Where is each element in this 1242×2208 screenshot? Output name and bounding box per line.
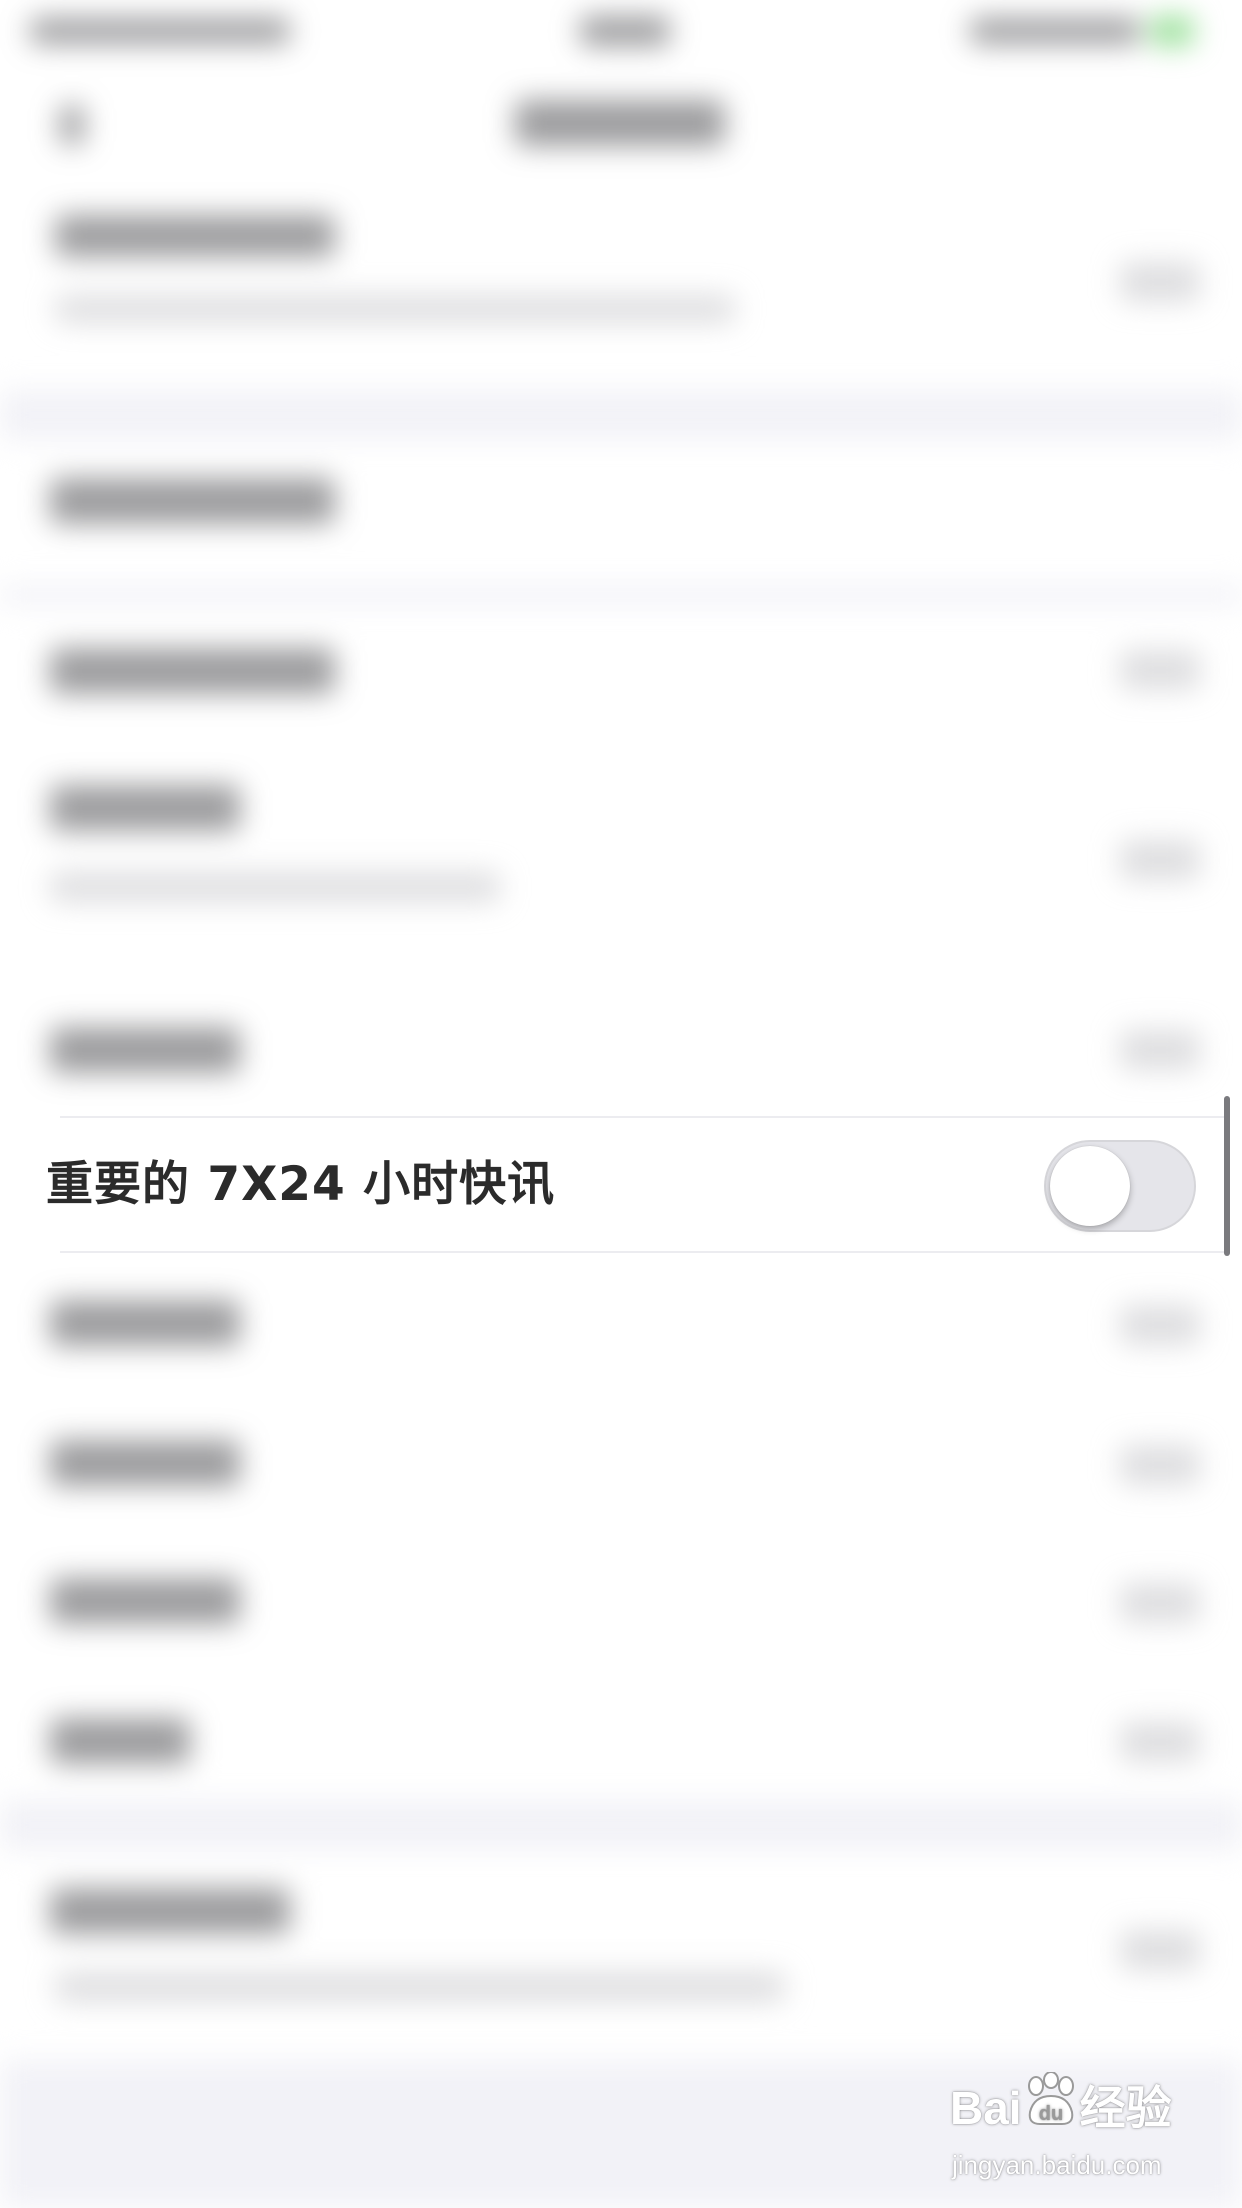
setting-row-7x24-news[interactable]: 重要的 7X24 小时快讯 <box>0 1116 1224 1253</box>
watermark-logo-text: Bai <box>950 2082 1022 2134</box>
baidu-jingyan-watermark: Bai du 经验 jingyan.baidu.com <box>950 2071 1190 2182</box>
settings-screen: 重要的 7X24 小时快讯 Bai du 经验 jingyan.baidu.com <box>0 0 1242 2208</box>
scroll-indicator <box>1224 1096 1230 1256</box>
news-alert-toggle[interactable] <box>1044 1140 1196 1232</box>
baidu-paw-icon: du <box>1022 2071 1080 2139</box>
blurred-background <box>0 0 1242 2208</box>
svg-text:du: du <box>1038 2103 1062 2125</box>
watermark-logo: Bai du 经验 <box>950 2071 1172 2139</box>
setting-row-label: 重要的 7X24 小时快讯 <box>46 1157 556 1212</box>
toggle-knob <box>1050 1146 1130 1226</box>
watermark-url: jingyan.baidu.com <box>952 2150 1162 2180</box>
row-separator-bottom <box>60 1251 1224 1253</box>
watermark-logo-text-2: 经验 <box>1079 2082 1172 2134</box>
